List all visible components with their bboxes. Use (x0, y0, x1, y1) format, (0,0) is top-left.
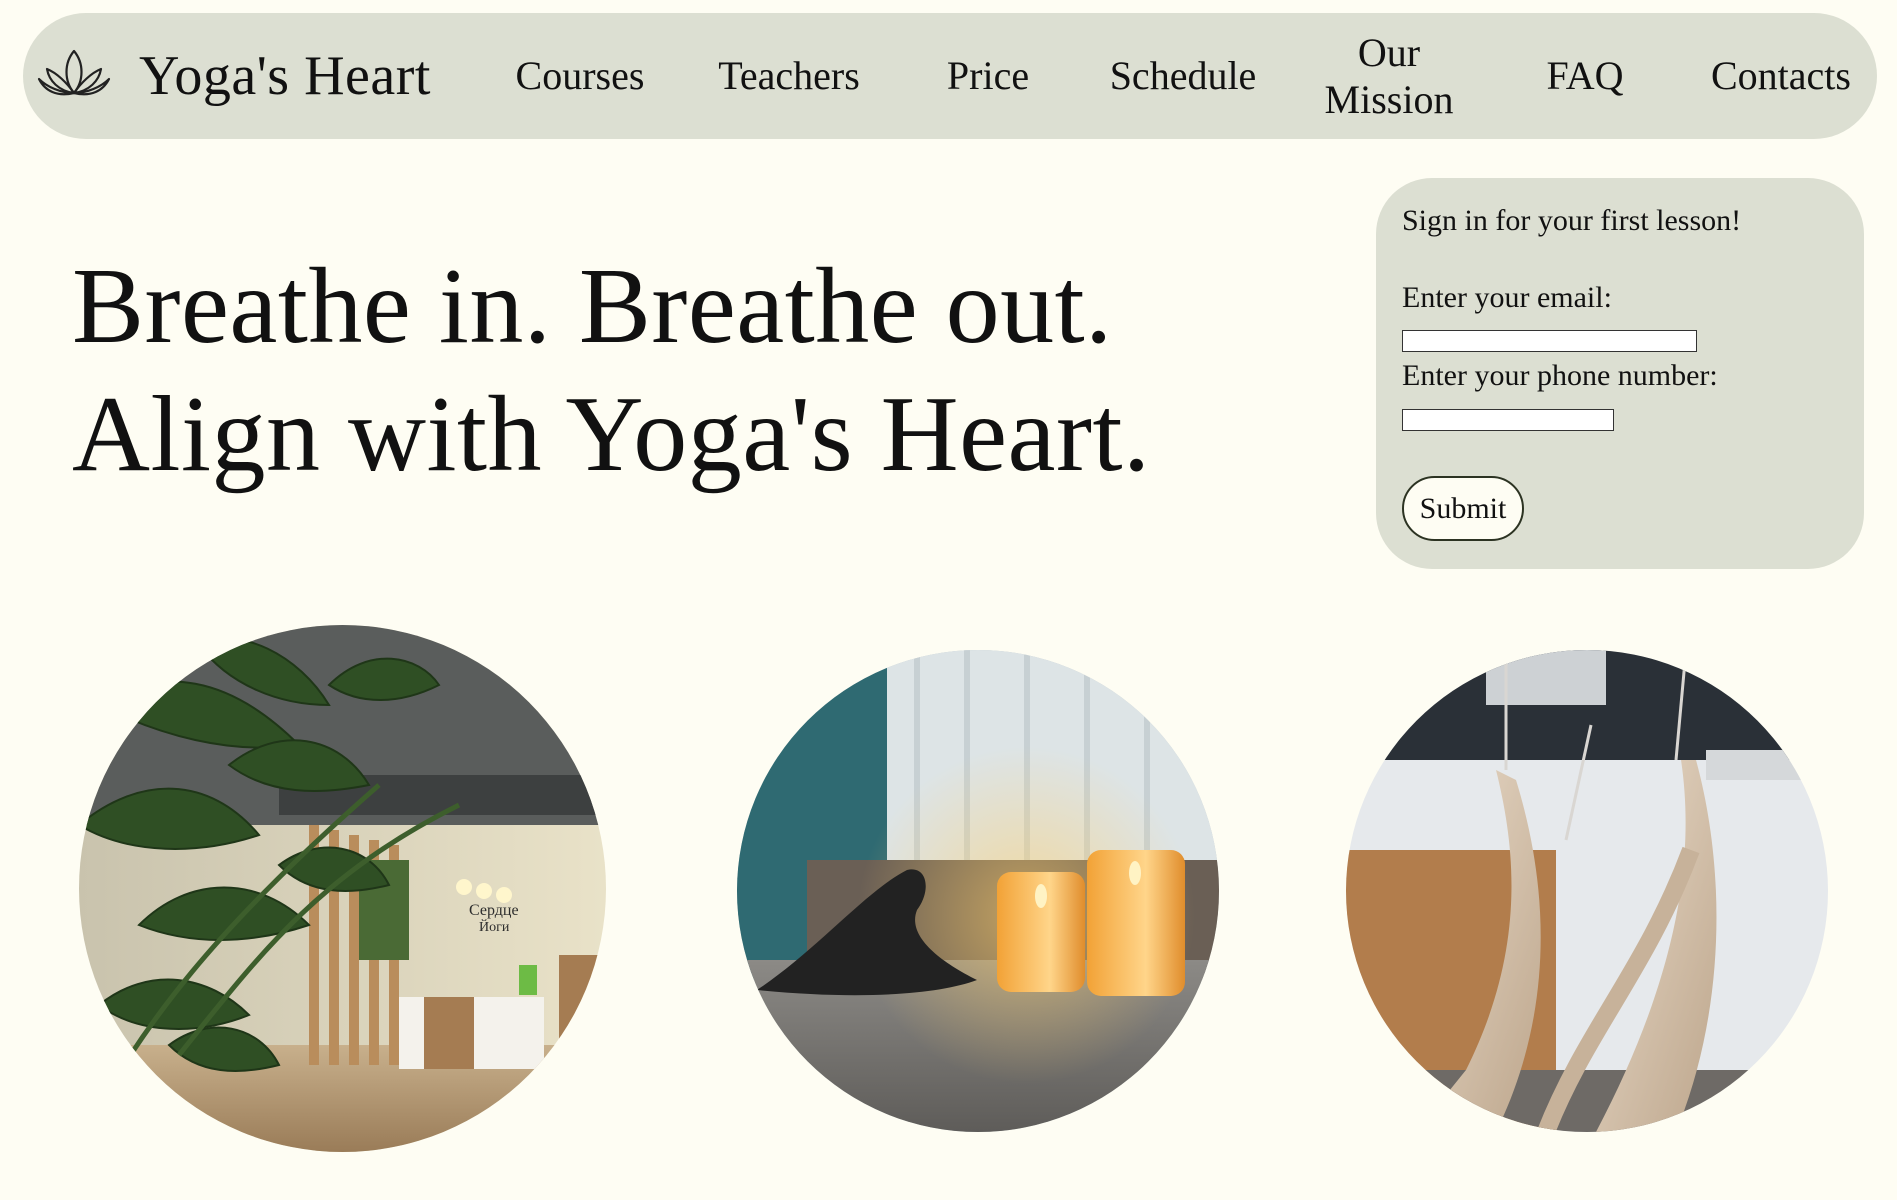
nav-courses[interactable]: Courses (490, 13, 670, 139)
top-navbar: Yoga's Heart Courses Teachers Price Sche… (23, 13, 1877, 139)
nav-contacts[interactable]: Contacts (1688, 13, 1874, 139)
phone-label: Enter your phone number: (1402, 359, 1718, 392)
lotus-icon[interactable] (37, 47, 111, 103)
nav-our-mission[interactable]: Our Mission (1309, 13, 1469, 139)
brand-name[interactable]: Yoga's Heart (139, 13, 431, 139)
submit-button[interactable]: Submit (1402, 476, 1524, 541)
nav-teachers[interactable]: Teachers (695, 13, 883, 139)
nav-our-mission-line2: Mission (1324, 77, 1454, 122)
hero-line-2: Align with Yoga's Heart. (72, 375, 1151, 494)
aerial-hammocks-photo (1346, 650, 1828, 1132)
nav-schedule[interactable]: Schedule (1089, 13, 1277, 139)
candles-photo (737, 650, 1219, 1132)
sign-text-1: Сердце (469, 902, 519, 919)
hero-line-1: Breathe in. Breathe out. (72, 247, 1113, 366)
email-input[interactable] (1402, 330, 1697, 352)
nav-price[interactable]: Price (918, 13, 1058, 139)
studio-reception-photo: Сердце Йоги (79, 625, 606, 1152)
nav-faq[interactable]: FAQ (1511, 13, 1659, 139)
phone-input[interactable] (1402, 409, 1614, 431)
signup-form: Sign in for your first lesson! Enter you… (1376, 178, 1864, 569)
email-label: Enter your email: (1402, 281, 1612, 314)
signup-form-title: Sign in for your first lesson! (1402, 204, 1742, 237)
hero-heading: Breathe in. Breathe out. Align with Yoga… (72, 243, 1150, 499)
nav-our-mission-line1: Our (1357, 29, 1421, 75)
sign-text-2: Йоги (479, 918, 510, 935)
